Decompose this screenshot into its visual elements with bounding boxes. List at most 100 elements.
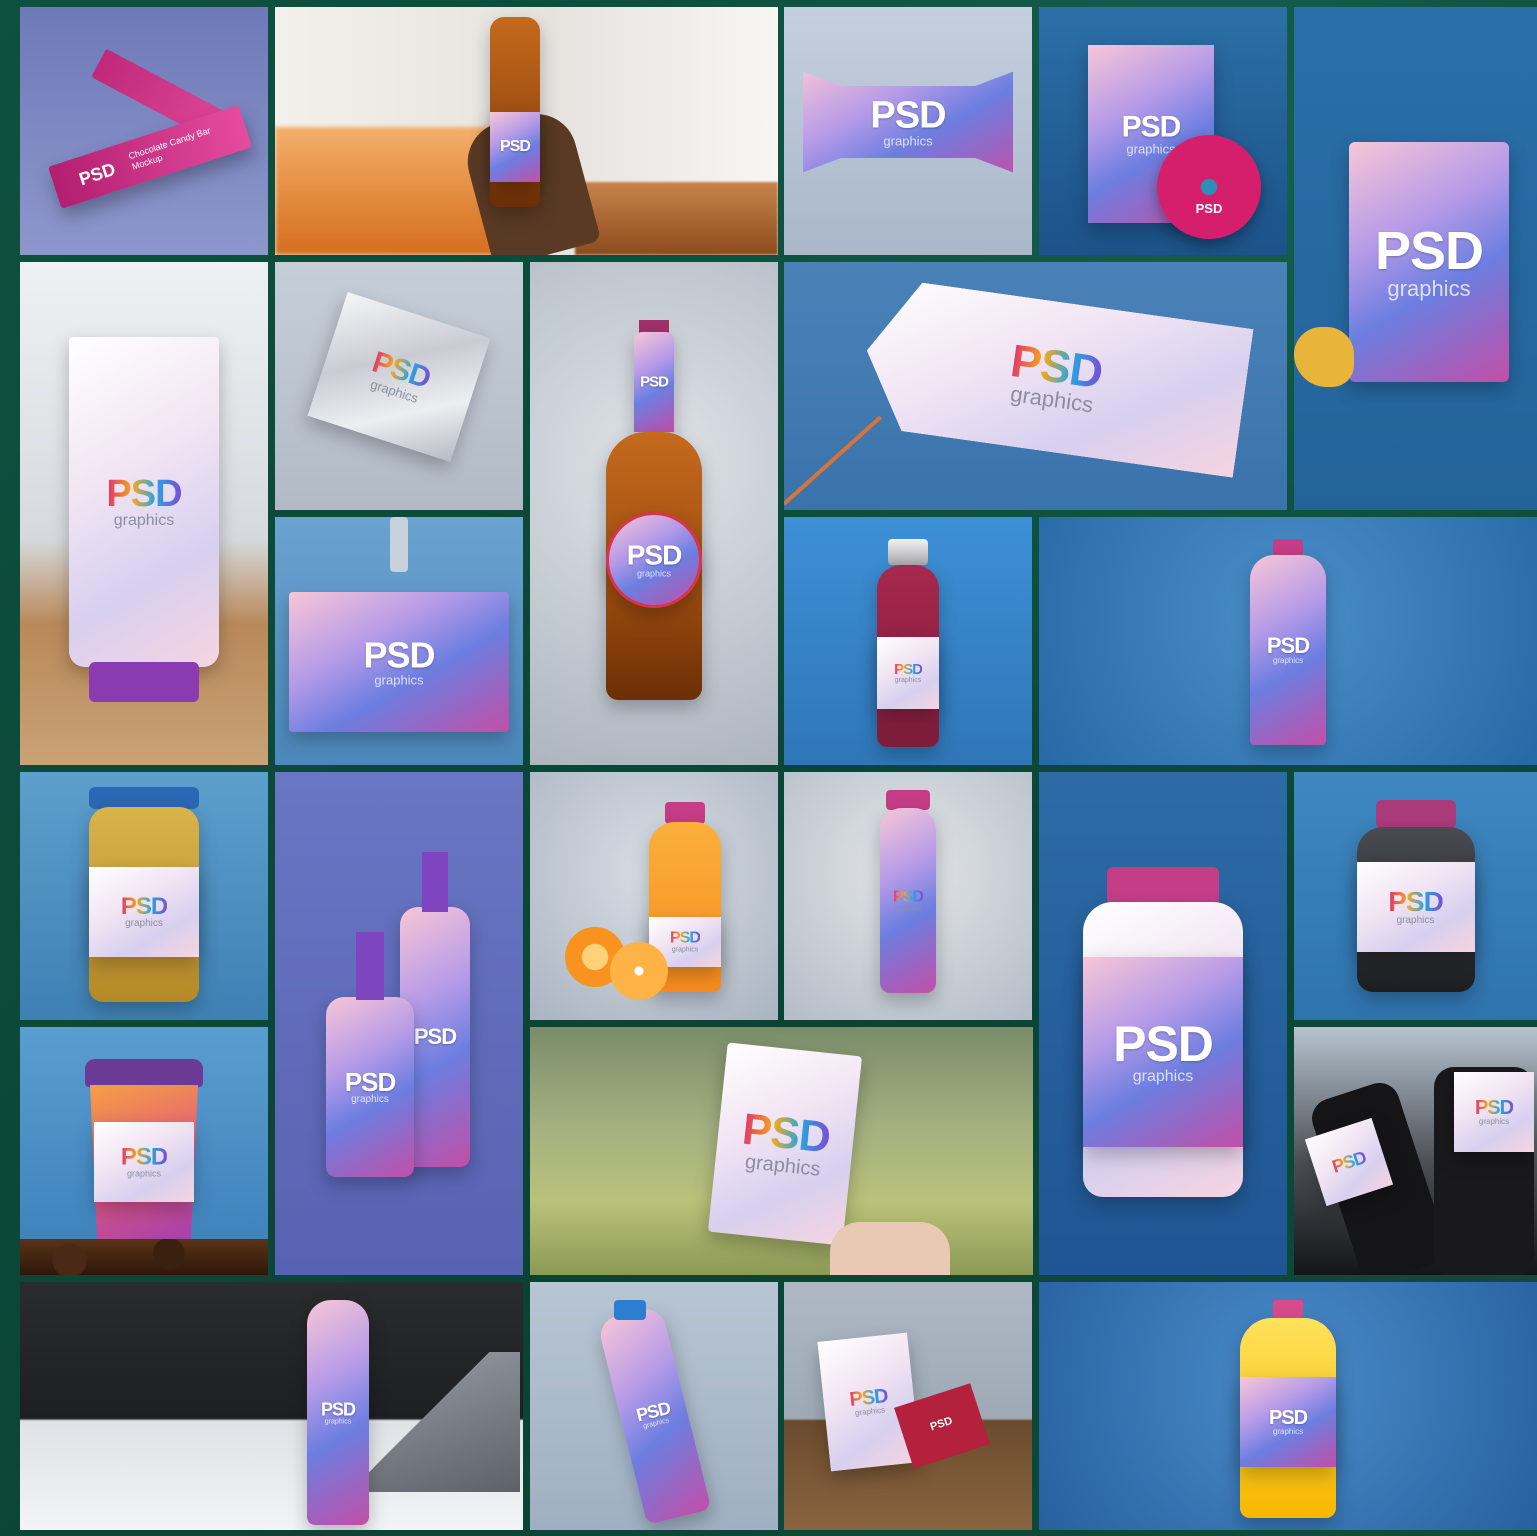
standing-business-card: PSD graphics — [817, 1332, 921, 1472]
dark-jar-logo: PSD — [1388, 886, 1444, 917]
plastic-bottle-logo: PSD — [1266, 633, 1310, 658]
spray-back-nozzle — [422, 852, 448, 912]
dvd-case-mockup-tile[interactable]: PSD graphics PSD — [1039, 7, 1287, 255]
disc-label: PSD — [1195, 201, 1223, 216]
coffee-beans — [20, 1239, 268, 1275]
oj-tagline: graphics — [671, 946, 699, 954]
water-bottle-laptop-mockup-tile[interactable]: PSD graphics — [20, 1282, 523, 1530]
plastic-bottle: PSD graphics — [1250, 555, 1326, 745]
candy-bar-logo: PSD — [76, 158, 118, 190]
candy-bar-front: PSD Chocolate Candy Bar Mockup — [48, 105, 252, 209]
candy-bar-mockup-tile[interactable]: PSD Chocolate Candy Bar Mockup — [20, 7, 268, 255]
beer-bottle-hand-mockup-tile[interactable]: PSD — [275, 7, 778, 255]
sport-bottle-cap — [614, 1300, 646, 1320]
held-business-card: PSD graphics — [707, 1042, 863, 1246]
mockup-collage: PSD Chocolate Candy Bar Mockup PSD PSD g… — [0, 0, 1537, 1536]
socks-packaging-mockup-tile[interactable]: PSD PSD graphics — [1294, 1027, 1537, 1275]
badge-clip — [390, 517, 408, 572]
bottle-round-label: PSD graphics — [606, 512, 702, 608]
sock-band-2-logo: PSD — [1474, 1097, 1514, 1119]
candy-wrapper-mockup-tile[interactable]: PSD graphics — [784, 7, 1032, 255]
label-logo: PSD — [500, 138, 531, 155]
mustard-jar-mockup-tile[interactable]: PSD graphics — [20, 772, 268, 1020]
supplement-logo: PSD — [1113, 1016, 1214, 1072]
dark-jar-mockup-tile[interactable]: PSD graphics — [1294, 772, 1537, 1020]
dvd-case-logo: PSD — [1121, 110, 1182, 144]
beer-bottle-label: PSD — [490, 112, 540, 182]
cup-logo: PSD — [120, 1143, 168, 1171]
chips-bag-logo: PSD — [1374, 221, 1484, 281]
bottle-neck: PSD — [634, 332, 674, 432]
oj-logo: PSD — [670, 929, 701, 947]
laptop — [350, 1352, 520, 1492]
mustard-tagline: graphics — [125, 918, 163, 929]
id-card-badge-mockup-tile[interactable]: PSD graphics — [275, 517, 523, 765]
plastic-bottle-mockup-tile[interactable]: PSD graphics — [1039, 517, 1537, 765]
juice-logo: PSD — [894, 661, 923, 678]
orange-juice-bottle-mockup-tile[interactable]: PSD graphics — [530, 772, 778, 1020]
candy-wrapper: PSD graphics — [803, 71, 1013, 173]
cup-lid — [85, 1059, 203, 1087]
cosmetic-tube-mockup-tile[interactable]: PSD graphics — [20, 262, 268, 765]
tube-cap — [89, 662, 199, 702]
oil-bottle-tagline: graphics — [1272, 1427, 1304, 1436]
smoothie-cap — [886, 790, 930, 810]
foil-pouch-mockup-tile[interactable]: PSD graphics — [275, 262, 523, 510]
smoothie-bottle-mockup-tile[interactable]: PSD graphics — [784, 772, 1032, 1020]
counter-top — [575, 182, 778, 255]
business-card-hand-mockup-tile[interactable]: PSD graphics — [530, 1027, 1033, 1275]
oil-bottle-label: PSD graphics — [1240, 1377, 1336, 1467]
dvd-disc: PSD — [1157, 135, 1261, 239]
chips-bag: PSD graphics — [1349, 142, 1509, 382]
tube-tagline: graphics — [113, 512, 175, 529]
red-card-logo: PSD — [928, 1414, 954, 1434]
sock-band-1-logo: PSD — [1329, 1147, 1369, 1177]
cosmetic-tube: PSD graphics — [69, 337, 219, 667]
mustard-jar-lid — [89, 787, 199, 809]
supplement-jar-mockup-tile[interactable]: PSD graphics — [1039, 772, 1287, 1275]
juice-label: PSD graphics — [877, 637, 939, 709]
supplement-jar-lid — [1107, 867, 1219, 907]
cup-tagline: graphics — [126, 1168, 162, 1179]
sport-bottle: PSD graphics — [596, 1305, 712, 1525]
water-bottle-tagline: graphics — [324, 1418, 352, 1425]
id-card: PSD graphics — [289, 592, 509, 732]
orange-slice — [610, 942, 668, 1000]
hang-tag-mockup-tile[interactable]: PSD graphics — [784, 262, 1287, 510]
red-juice-bottle-mockup-tile[interactable]: PSD graphics — [784, 517, 1032, 765]
supplement-label: PSD graphics — [1083, 957, 1243, 1147]
juice-cap — [888, 539, 928, 565]
dark-jar-label: PSD graphics — [1356, 862, 1475, 952]
oil-bottle-mockup-tile[interactable]: PSD graphics — [1039, 1282, 1537, 1530]
spray-back-logo: PSD — [413, 1024, 457, 1049]
smoothie-logo: PSD — [893, 888, 924, 905]
tube-logo: PSD — [106, 473, 182, 515]
holding-hand — [830, 1222, 950, 1275]
tall-water-bottle: PSD graphics — [307, 1300, 369, 1525]
coffee-cup-mockup-tile[interactable]: PSD graphics — [20, 1027, 268, 1275]
dark-jar-lid — [1375, 800, 1456, 828]
mustard-label: PSD graphics — [89, 867, 199, 957]
spray-bottle-front: PSD graphics — [326, 997, 414, 1177]
sock-band-2-tagline: graphics — [1478, 1117, 1510, 1126]
plastic-bottle-tagline: graphics — [1272, 656, 1304, 665]
candy-bar-title: Chocolate Candy Bar Mockup — [127, 125, 212, 172]
spray-front-logo: PSD — [344, 1067, 396, 1097]
tag-string — [784, 415, 882, 506]
mustard-logo: PSD — [120, 893, 168, 920]
body-tagline: graphics — [636, 568, 672, 579]
beer-bottle-mockup-tile[interactable]: PSD PSD graphics — [530, 262, 778, 765]
body-logo: PSD — [626, 539, 683, 571]
wrapper-logo: PSD — [870, 94, 946, 137]
oil-bottle-logo: PSD — [1268, 1407, 1308, 1429]
business-cards-mockup-tile[interactable]: PSD graphics PSD — [784, 1282, 1032, 1530]
spray-front-nozzle — [356, 932, 384, 1000]
spray-front-tagline: graphics — [351, 1094, 389, 1105]
chips-bag-mockup-tile[interactable]: PSD graphics — [1294, 7, 1537, 510]
sport-bottle-mockup-tile[interactable]: PSD graphics — [530, 1282, 778, 1530]
potato-chips — [1294, 327, 1354, 387]
spray-bottles-mockup-tile[interactable]: PSD PSD graphics — [275, 772, 523, 1275]
water-bottle-logo: PSD — [320, 1399, 356, 1419]
foil-pouch: PSD graphics — [307, 292, 491, 462]
hang-tag: PSD graphics — [856, 276, 1253, 477]
